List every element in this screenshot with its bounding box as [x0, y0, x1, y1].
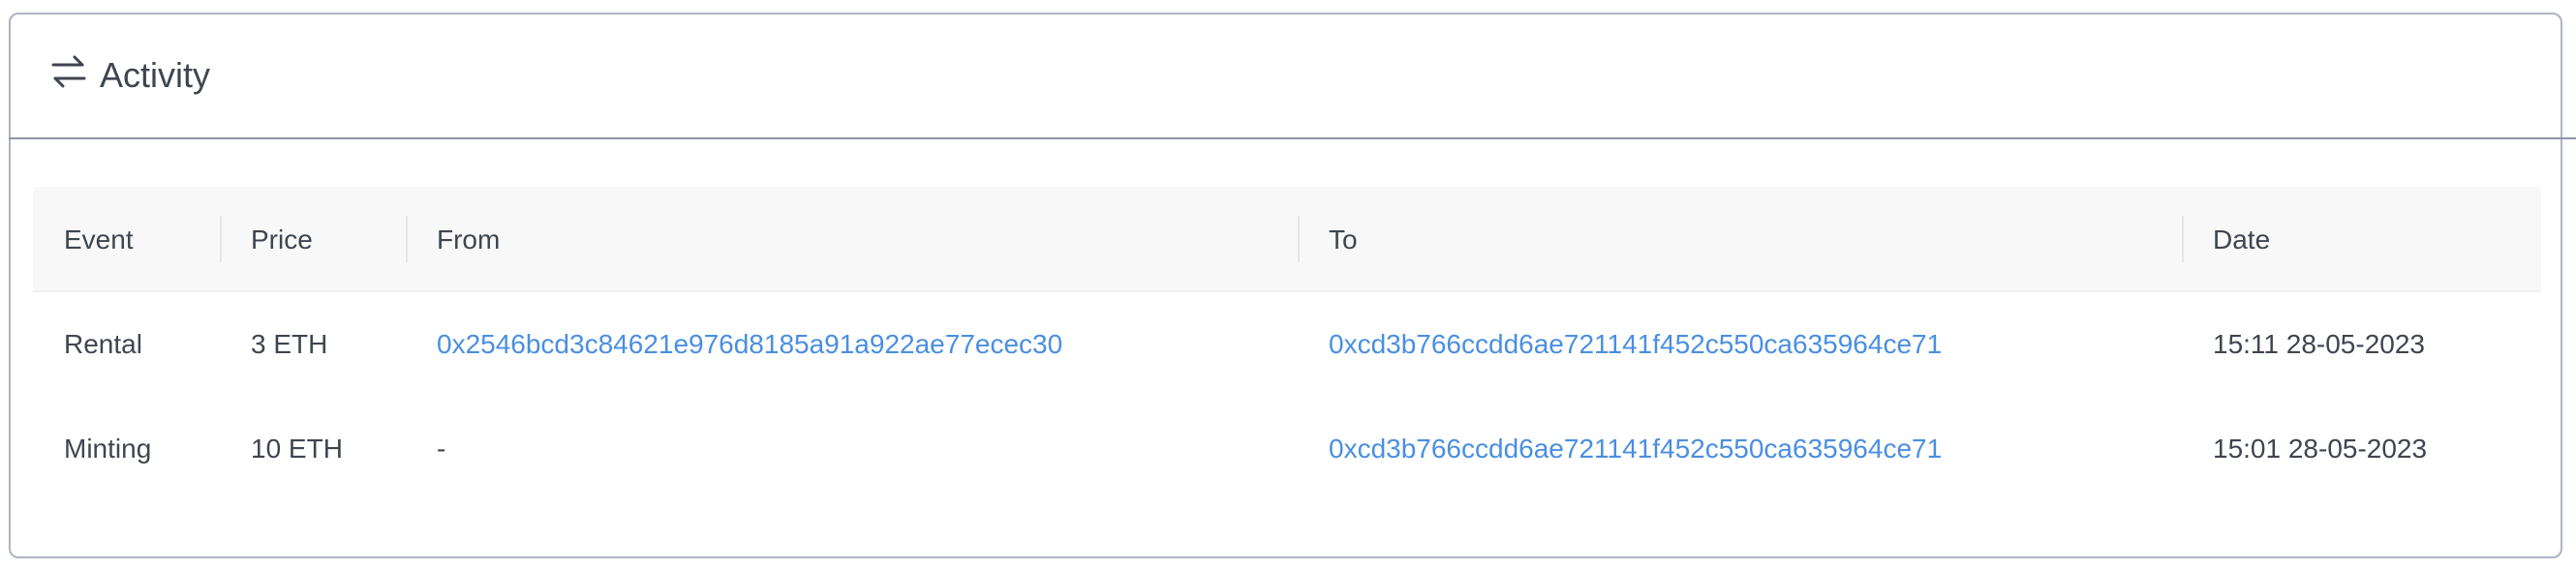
header-divider — [9, 137, 2576, 139]
to-address-link[interactable]: 0xcd3b766ccdd6ae721141f452c550ca635964ce… — [1298, 397, 2182, 501]
panel-title: Activity — [100, 55, 211, 95]
table-row: Minting 10 ETH - 0xcd3b766ccdd6ae721141f… — [33, 397, 2541, 501]
cell-date: 15:01 28-05-2023 — [2213, 434, 2428, 464]
column-header-price: Price — [220, 187, 406, 292]
cell-date: 15:11 28-05-2023 — [2213, 329, 2425, 359]
column-header-to: To — [1298, 187, 2182, 292]
cell-price: 10 ETH — [251, 434, 343, 464]
activity-table: Event Price From To Date Rental 3 ETH 0x… — [33, 187, 2541, 501]
cell-event: Rental — [64, 329, 142, 359]
panel-header: Activity — [11, 15, 2564, 140]
arrows-swap-icon — [49, 53, 88, 92]
table-header: Event Price From To Date — [33, 187, 2541, 292]
column-header-from: From — [406, 187, 1298, 292]
from-address-link[interactable]: 0x2546bcd3c84621e976d8185a91a922ae77ecec… — [406, 292, 1298, 397]
column-header-event: Event — [64, 225, 134, 255]
to-address-link[interactable]: 0xcd3b766ccdd6ae721141f452c550ca635964ce… — [1298, 292, 2182, 397]
cell-price: 3 ETH — [251, 329, 328, 359]
cell-event: Minting — [64, 434, 152, 464]
table-row: Rental 3 ETH 0x2546bcd3c84621e976d8185a9… — [33, 292, 2541, 397]
cell-from-empty: - — [437, 434, 446, 464]
column-header-date: Date — [2182, 187, 2541, 292]
